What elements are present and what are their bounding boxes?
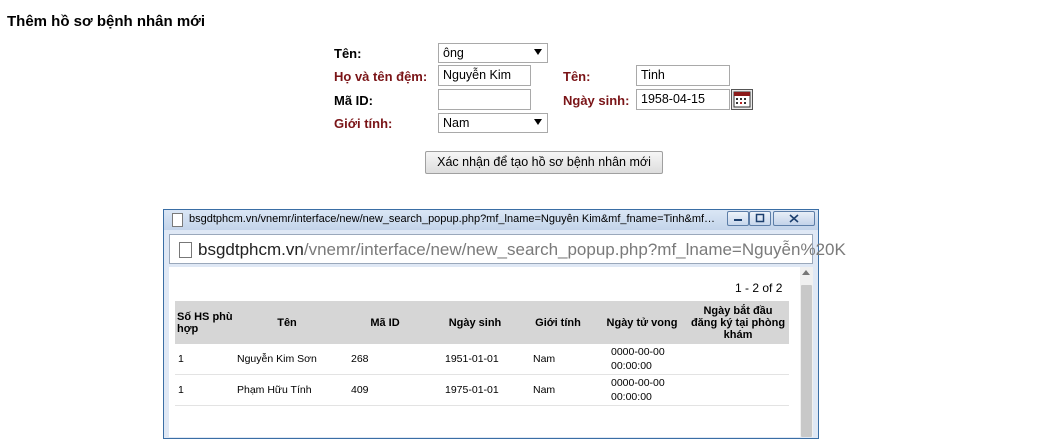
lastname-label: Họ và tên đệm:: [334, 69, 428, 84]
url-path: /vnemr/interface/new/new_search_popup.ph…: [303, 240, 846, 259]
pagination-info: 1 - 2 of 2: [735, 281, 783, 295]
table-cell: Nam: [519, 344, 597, 375]
firstname-input[interactable]: Tinh: [636, 65, 730, 86]
table-cell: Phạm Hữu Tính: [235, 374, 339, 406]
calendar-button[interactable]: [731, 89, 753, 110]
table-row[interactable]: 1 Nguyễn Kim Sơn 268 1951-01-01 Nam 0000…: [175, 344, 789, 375]
url-text: bsgdtphcm.vn/vnemr/interface/new/new_sea…: [198, 240, 846, 260]
close-button[interactable]: [773, 211, 815, 226]
column-header: Ngày tử vong: [597, 301, 687, 344]
title-select[interactable]: ông: [438, 43, 548, 63]
table-cell: 409: [339, 374, 431, 406]
chevron-down-icon: [534, 119, 542, 125]
table-header-row: Số HS phù hợp Tên Mã ID Ngày sinh Giới t…: [175, 301, 789, 344]
id-input[interactable]: [438, 89, 531, 110]
vertical-scrollbar[interactable]: [800, 267, 813, 437]
sex-select-value: Nam: [443, 116, 470, 130]
page-title: Thêm hồ sơ bệnh nhân mới: [7, 13, 206, 30]
firstname-label: Tên:: [563, 69, 591, 84]
maximize-button[interactable]: [749, 211, 771, 226]
lastname-input[interactable]: Nguyễn Kim: [438, 65, 531, 86]
sex-label: Giới tính:: [334, 116, 393, 131]
table-cell: 0000-00-00 00:00:00: [597, 374, 687, 406]
scroll-up-icon[interactable]: [802, 270, 810, 275]
column-header: Ngày sinh: [431, 301, 519, 344]
title-label: Tên:: [334, 46, 362, 61]
calendar-icon: [733, 91, 751, 108]
scroll-thumb[interactable]: [801, 285, 812, 437]
column-header: Giới tính: [519, 301, 597, 344]
url-host: bsgdtphcm.vn: [198, 240, 304, 259]
title-select-value: ông: [443, 46, 464, 60]
table-cell: 1: [175, 374, 235, 406]
dob-input[interactable]: 1958-04-15: [636, 89, 730, 110]
page-icon: [172, 213, 183, 227]
chevron-down-icon: [534, 49, 542, 55]
minimize-button[interactable]: [727, 211, 749, 226]
table-cell: Nam: [519, 374, 597, 406]
table-cell: 1: [175, 344, 235, 375]
dob-label: Ngày sinh:: [563, 93, 630, 108]
maximize-icon: [755, 213, 765, 223]
table-cell: 1975-01-01: [431, 374, 519, 406]
table-cell: Nguyễn Kim Sơn: [235, 344, 339, 375]
table-cell: [687, 374, 789, 406]
table-cell: 1951-01-01: [431, 344, 519, 375]
column-header: Tên: [235, 301, 339, 344]
popup-titlebar[interactable]: bsgdtphcm.vn/vnemr/interface/new/new_sea…: [164, 210, 818, 230]
page-icon: [179, 242, 192, 258]
column-header: Mã ID: [339, 301, 431, 344]
table-cell: 0000-00-00 00:00:00: [597, 344, 687, 375]
sex-select[interactable]: Nam: [438, 113, 548, 133]
close-icon: [789, 214, 799, 223]
table-cell: [687, 344, 789, 375]
popup-title: bsgdtphcm.vn/vnemr/interface/new/new_sea…: [189, 213, 719, 225]
search-popup-window: bsgdtphcm.vn/vnemr/interface/new/new_sea…: [163, 209, 846, 439]
column-header: Số HS phù hợp: [175, 301, 235, 344]
table-row[interactable]: 1 Phạm Hữu Tính 409 1975-01-01 Nam 0000-…: [175, 374, 789, 406]
table-cell: 268: [339, 344, 431, 375]
column-header: Ngày bắt đầu đăng ký tại phòng khám: [687, 301, 789, 344]
address-bar[interactable]: bsgdtphcm.vn/vnemr/interface/new/new_sea…: [169, 234, 846, 264]
results-table: Số HS phù hợp Tên Mã ID Ngày sinh Giới t…: [175, 301, 789, 406]
minimize-icon: [734, 219, 742, 221]
create-patient-button[interactable]: Xác nhận để tạo hồ sơ bệnh nhân mới: [425, 151, 663, 174]
popup-content: 1 - 2 of 2 Số HS phù hợp Tên Mã ID Ngày …: [169, 267, 813, 437]
id-label: Mã ID:: [334, 93, 373, 108]
